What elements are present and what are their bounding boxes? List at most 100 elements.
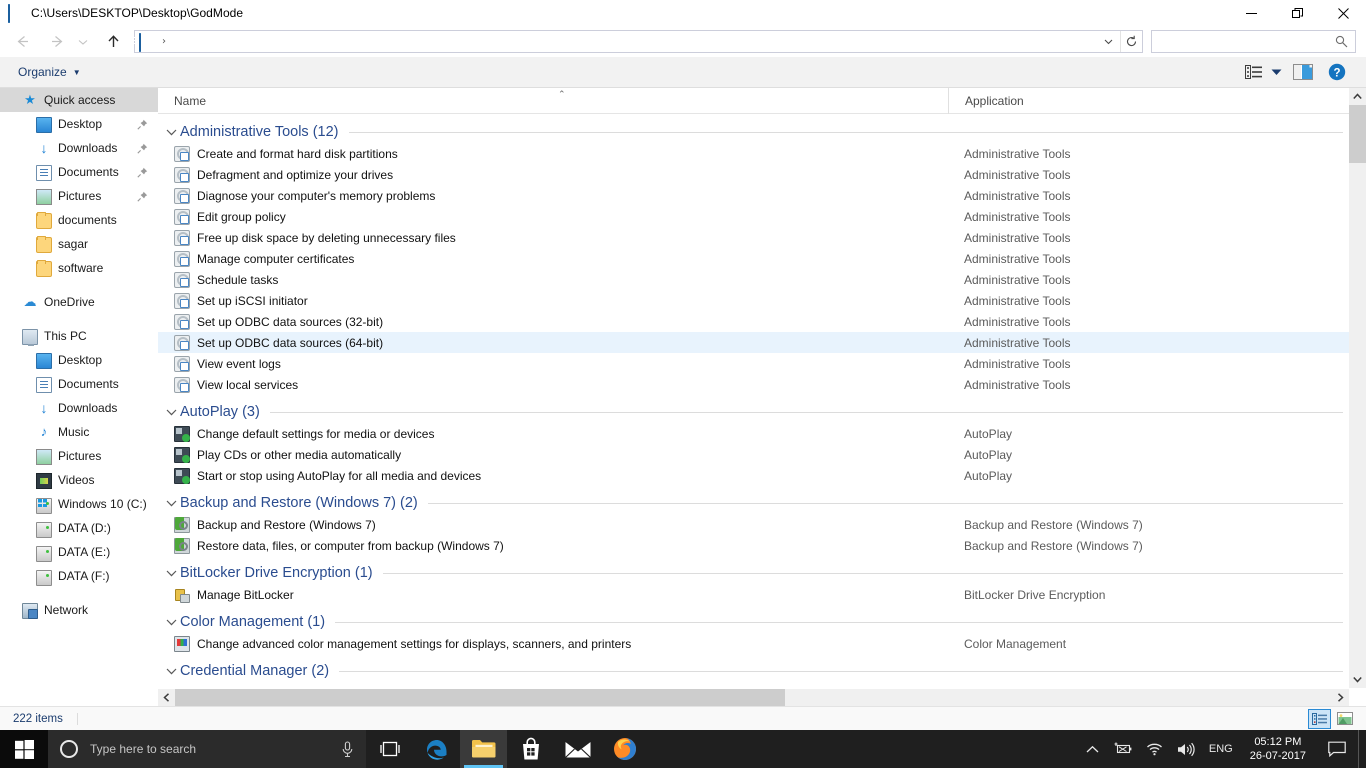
table-row[interactable]: Schedule tasks Administrative Tools <box>158 269 1349 290</box>
scroll-down-arrow-icon[interactable] <box>1349 671 1366 688</box>
horizontal-scrollbar[interactable] <box>158 689 1349 706</box>
table-row[interactable]: Defragment and optimize your drives Admin… <box>158 164 1349 185</box>
address-dropdown-chevron-down-icon[interactable] <box>1097 31 1121 52</box>
organize-button[interactable]: Organize ▼ <box>14 60 85 84</box>
sidebar-item-documents[interactable]: Documents <box>0 160 158 184</box>
sidebar-item-sagar[interactable]: sagar <box>0 232 158 256</box>
scroll-left-arrow-icon[interactable] <box>158 689 175 706</box>
recent-locations-chevron-down-icon[interactable] <box>74 29 92 55</box>
table-row[interactable]: Change advanced color management setting… <box>158 633 1349 654</box>
column-header-application[interactable]: Application <box>948 88 1278 114</box>
taskbar-mail-button[interactable] <box>554 730 601 768</box>
taskbar-file-explorer-button[interactable] <box>460 730 507 768</box>
table-row[interactable]: Play CDs or other media automatically Aut… <box>158 444 1349 465</box>
cortana-icon[interactable] <box>60 740 78 758</box>
table-row[interactable]: Edit group policy Administrative Tools <box>158 206 1349 227</box>
table-row[interactable]: Backup and Restore (Windows 7) Backup and… <box>158 514 1349 535</box>
pin-icon[interactable] <box>137 191 148 202</box>
taskbar-firefox-button[interactable] <box>601 730 648 768</box>
refresh-icon[interactable] <box>1121 31 1142 52</box>
sidebar-item-pictures[interactable]: Pictures <box>0 184 158 208</box>
group-header[interactable]: BitLocker Drive Encryption (1) <box>158 562 1349 584</box>
sidebar-item-pictures[interactable]: Pictures <box>0 444 158 468</box>
chevron-down-icon[interactable] <box>166 128 180 137</box>
back-icon[interactable] <box>9 29 35 55</box>
sidebar-item-downloads[interactable]: ↓ Downloads <box>0 396 158 420</box>
table-row[interactable]: Set up ODBC data sources (64-bit) Adminis… <box>158 332 1349 353</box>
pin-icon[interactable] <box>137 167 148 178</box>
table-row[interactable]: Set up iSCSI initiator Administrative Too… <box>158 290 1349 311</box>
chevron-down-icon[interactable] <box>166 667 180 676</box>
horizontal-scroll-thumb[interactable] <box>175 689 785 706</box>
sidebar-item-data-d[interactable]: DATA (D:) <box>0 516 158 540</box>
table-row[interactable]: View local services Administrative Tools <box>158 374 1349 395</box>
scroll-up-arrow-icon[interactable] <box>1349 88 1366 105</box>
vertical-scroll-thumb[interactable] <box>1349 105 1366 163</box>
tray-expand-chevron-up-icon[interactable] <box>1079 730 1106 768</box>
sidebar-item-this-pc[interactable]: This PC <box>0 324 158 348</box>
taskbar-store-button[interactable] <box>507 730 554 768</box>
view-options-chevron-down-icon[interactable] <box>1266 59 1286 85</box>
language-indicator[interactable]: ENG <box>1202 730 1240 768</box>
group-header[interactable]: Administrative Tools (12) <box>158 121 1349 143</box>
microphone-icon[interactable] <box>341 740 354 758</box>
sidebar-item-downloads[interactable]: ↓ Downloads <box>0 136 158 160</box>
search-icon[interactable] <box>1335 35 1348 48</box>
sidebar-item-documents[interactable]: Documents <box>0 372 158 396</box>
sidebar-item-desktop[interactable]: Desktop <box>0 348 158 372</box>
table-row[interactable]: Manage BitLocker BitLocker Drive Encrypti… <box>158 584 1349 605</box>
task-view-button[interactable] <box>366 730 413 768</box>
details-view-button[interactable] <box>1308 708 1331 729</box>
battery-icon[interactable] <box>1106 730 1139 768</box>
table-row[interactable]: Start or stop using AutoPlay for all med… <box>158 465 1349 486</box>
chevron-down-icon[interactable] <box>166 618 180 627</box>
preview-pane-icon[interactable] <box>1286 59 1320 85</box>
table-row[interactable]: Restore data, files, or computer from ba… <box>158 535 1349 556</box>
volume-icon[interactable] <box>1170 730 1202 768</box>
table-row[interactable]: Set up ODBC data sources (32-bit) Adminis… <box>158 311 1349 332</box>
table-row[interactable]: Manage computer certificates Administrati… <box>158 248 1349 269</box>
vertical-scrollbar[interactable] <box>1349 88 1366 688</box>
group-header[interactable]: Credential Manager (2) <box>158 660 1349 682</box>
minimize-button[interactable] <box>1228 0 1274 26</box>
sidebar-item-documents[interactable]: documents <box>0 208 158 232</box>
table-row[interactable]: Change default settings for media or dev… <box>158 423 1349 444</box>
breadcrumb-separator[interactable]: › <box>162 36 166 47</box>
sidebar-item-data-f[interactable]: DATA (F:) <box>0 564 158 588</box>
search-box[interactable] <box>1151 30 1356 53</box>
clock[interactable]: 05:12 PM 26-07-2017 <box>1240 730 1316 768</box>
table-row[interactable]: Create and format hard disk partitions Ad… <box>158 143 1349 164</box>
action-center-icon[interactable] <box>1316 730 1358 768</box>
sidebar-item-quick-access[interactable]: ★ Quick access <box>0 88 158 112</box>
sidebar-item-videos[interactable]: Videos <box>0 468 158 492</box>
restore-button[interactable] <box>1274 0 1320 26</box>
sidebar-item-onedrive[interactable]: ☁ OneDrive <box>0 290 158 314</box>
pin-icon[interactable] <box>137 119 148 130</box>
pin-icon[interactable] <box>137 143 148 154</box>
large-icons-view-button[interactable] <box>1333 709 1356 729</box>
wifi-icon[interactable] <box>1139 730 1170 768</box>
forward-icon[interactable] <box>44 29 70 55</box>
up-one-level-icon[interactable] <box>100 29 126 55</box>
taskbar-edge-button[interactable] <box>413 730 460 768</box>
sidebar-item-network[interactable]: Network <box>0 598 158 622</box>
group-header[interactable]: Color Management (1) <box>158 611 1349 633</box>
help-icon[interactable]: ? <box>1320 59 1354 85</box>
close-button[interactable] <box>1320 0 1366 26</box>
scroll-right-arrow-icon[interactable] <box>1332 689 1349 706</box>
group-header[interactable]: Backup and Restore (Windows 7) (2) <box>158 492 1349 514</box>
table-row[interactable]: View event logs Administrative Tools <box>158 353 1349 374</box>
table-row[interactable]: Diagnose your computer's memory problems… <box>158 185 1349 206</box>
sidebar-item-data-e[interactable]: DATA (E:) <box>0 540 158 564</box>
sidebar-item-software[interactable]: software <box>0 256 158 280</box>
table-row[interactable]: Free up disk space by deleting unnecessa… <box>158 227 1349 248</box>
chevron-down-icon[interactable] <box>166 499 180 508</box>
sidebar-item-music[interactable]: ♪ Music <box>0 420 158 444</box>
chevron-down-icon[interactable] <box>166 408 180 417</box>
show-desktop-button[interactable] <box>1358 730 1366 768</box>
chevron-down-icon[interactable] <box>166 569 180 578</box>
address-bar[interactable]: › <box>134 30 1143 53</box>
sidebar-item-windows-10-c[interactable]: Windows 10 (C:) <box>0 492 158 516</box>
group-header[interactable]: AutoPlay (3) <box>158 401 1349 423</box>
start-button[interactable] <box>0 730 48 768</box>
